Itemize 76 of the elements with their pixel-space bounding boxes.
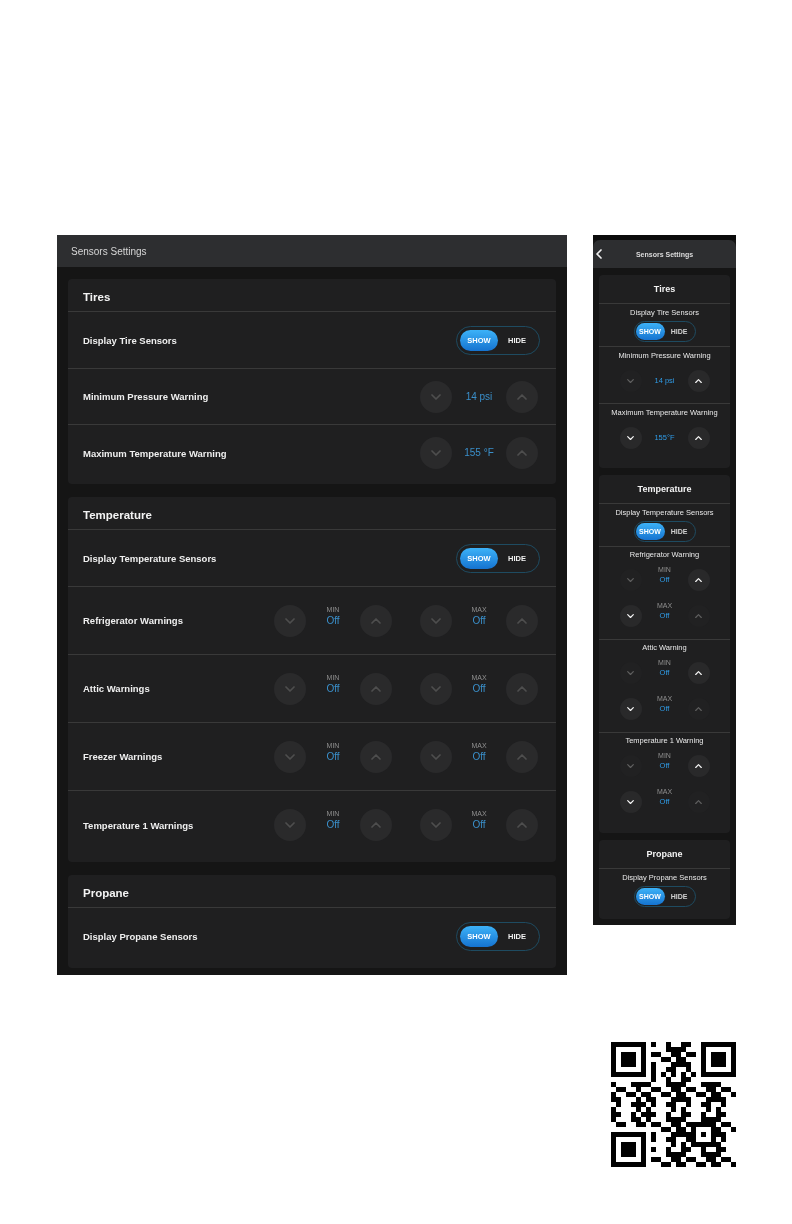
chevron-up-icon [371,617,381,624]
stepper-value: Off [326,819,340,831]
setting-label: Display Tire Sensors [83,334,177,346]
chevron-up-icon [517,617,527,624]
setting-label: Display Temperature Sensors [83,552,217,564]
section-title: Temperature [637,484,692,494]
chevron-down-icon [431,822,441,828]
chevron-down-icon [285,822,295,828]
chevron-down-icon [431,753,441,760]
decrease-button[interactable] [619,791,642,813]
stepper-value: Off [326,682,340,695]
chevron-up-icon [371,822,381,828]
increase-button[interactable] [687,427,710,449]
chevron-up-icon [695,613,702,619]
chevron-down-icon [627,613,634,619]
chevron-down-icon [285,753,295,760]
section-title: Propane [646,849,683,859]
decrease-button[interactable] [420,437,452,469]
chevron-up-icon [695,670,702,676]
increase-button[interactable] [687,569,710,591]
chevron-down-icon [627,706,634,712]
stepper-value: Off [472,819,486,831]
decrease-button[interactable] [619,605,642,627]
decrease-button[interactable] [274,809,306,841]
screen-title: Sensors Settings [71,245,147,257]
section-title: Tires [653,284,676,294]
setting-label: Minimum Pressure Warning [83,391,209,402]
chevron-up-icon [517,822,527,828]
chevron-up-icon [695,435,702,441]
chevron-up-icon [695,378,702,384]
decrease-button[interactable] [619,427,642,449]
chevron-up-icon [695,799,702,805]
chevron-down-icon [627,435,634,441]
chevron-down-icon [431,617,441,624]
stepper-value: Off [326,750,340,763]
chevron-left-icon [596,249,602,259]
stepper-value: Off [472,682,486,695]
stepper-value: Off [326,614,340,627]
back-button[interactable] [596,249,602,259]
chevron-down-icon [627,763,634,769]
setting-label: Refrigerator Warnings [83,615,183,626]
setting-label: Freezer Warnings [83,751,163,762]
chevron-up-icon [695,763,702,769]
chevron-up-icon [517,685,527,692]
chevron-down-icon [627,378,634,384]
decrease-button[interactable] [420,809,452,841]
chevron-down-icon [285,685,295,692]
chevron-up-icon [517,393,527,400]
stepper-value: 14 psi [465,390,493,403]
chevron-down-icon [431,393,441,400]
decrease-button[interactable] [619,698,642,720]
chevron-down-icon [627,670,634,676]
section-title: Propane [83,887,129,899]
section-title: Temperature [83,509,152,521]
setting-label: Temperature 1 Warnings [83,819,194,831]
chevron-down-icon [627,799,634,805]
chevron-up-icon [695,706,702,712]
stepper-value: Off [472,614,486,627]
setting-label: Display Propane Sensors [83,931,198,942]
stepper-value: 155 °F [464,447,494,459]
chevron-down-icon [627,577,634,583]
increase-button[interactable] [687,370,710,392]
chevron-down-icon [431,450,441,456]
chevron-up-icon [517,450,527,456]
section-title: Tires [83,291,111,303]
chevron-up-icon [695,577,702,583]
chevron-down-icon [285,617,295,624]
chevron-down-icon [431,685,441,692]
stepper-value: Off [472,750,486,763]
chevron-up-icon [371,685,381,692]
increase-button[interactable] [687,662,710,684]
increase-button[interactable] [687,755,710,777]
setting-label: Maximum Temperature Warning [83,447,227,459]
setting-label: Attic Warnings [83,683,150,694]
chevron-up-icon [517,753,527,760]
chevron-up-icon [371,753,381,760]
